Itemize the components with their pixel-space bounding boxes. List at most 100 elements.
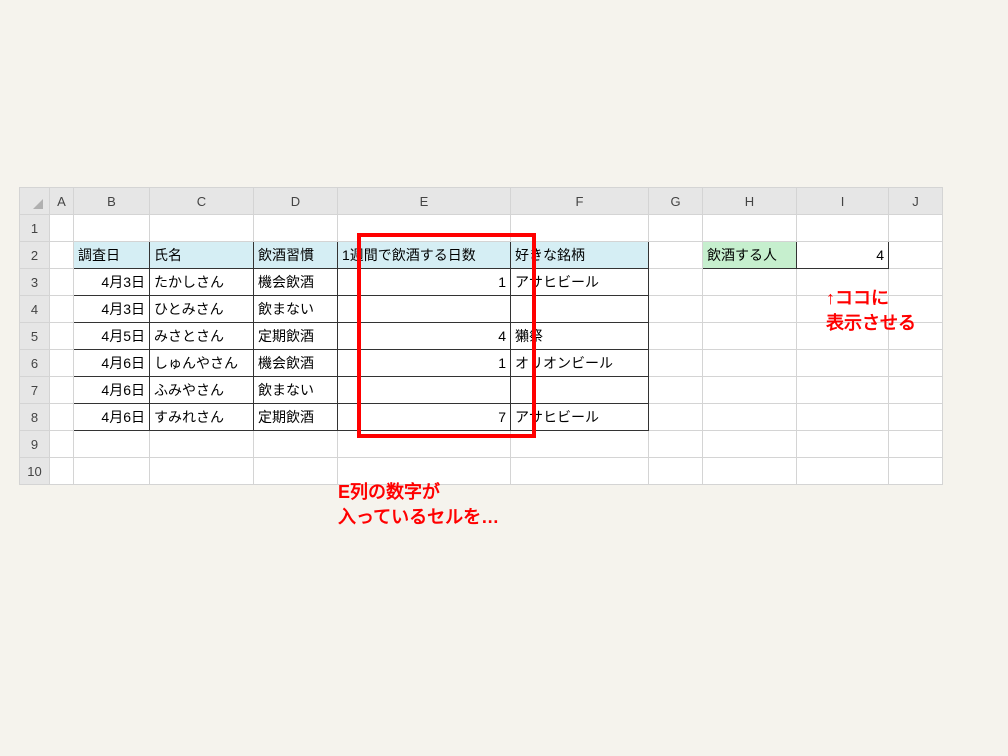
summary-value[interactable]: 4: [797, 242, 889, 269]
cell[interactable]: [797, 215, 889, 242]
col-header-B[interactable]: B: [74, 188, 150, 215]
cell-habit[interactable]: 定期飲酒: [254, 323, 338, 350]
cell[interactable]: [889, 404, 943, 431]
cell-days[interactable]: 4: [338, 323, 511, 350]
header-days-per-week[interactable]: 1週間で飲酒する日数: [338, 242, 511, 269]
cell[interactable]: [150, 215, 254, 242]
cell[interactable]: [254, 458, 338, 485]
cell[interactable]: [703, 215, 797, 242]
row-header-7[interactable]: 7: [20, 377, 50, 404]
cell[interactable]: [649, 404, 703, 431]
cell[interactable]: [511, 215, 649, 242]
cell[interactable]: [511, 431, 649, 458]
cell[interactable]: [150, 458, 254, 485]
cell[interactable]: [889, 215, 943, 242]
cell-brand[interactable]: 獺祭: [511, 323, 649, 350]
row-header-5[interactable]: 5: [20, 323, 50, 350]
cell[interactable]: [50, 296, 74, 323]
cell-name[interactable]: たかしさん: [150, 269, 254, 296]
cell-habit[interactable]: 機会飲酒: [254, 350, 338, 377]
cell-date[interactable]: 4月6日: [74, 377, 150, 404]
cell[interactable]: [797, 404, 889, 431]
cell[interactable]: [797, 458, 889, 485]
col-header-J[interactable]: J: [889, 188, 943, 215]
cell[interactable]: [338, 215, 511, 242]
row-header-10[interactable]: 10: [20, 458, 50, 485]
cell[interactable]: [74, 431, 150, 458]
cell-date[interactable]: 4月5日: [74, 323, 150, 350]
row-header-2[interactable]: 2: [20, 242, 50, 269]
row-header-8[interactable]: 8: [20, 404, 50, 431]
cell[interactable]: [254, 431, 338, 458]
col-header-C[interactable]: C: [150, 188, 254, 215]
cell[interactable]: [649, 323, 703, 350]
header-name[interactable]: 氏名: [150, 242, 254, 269]
cell[interactable]: [50, 431, 74, 458]
cell[interactable]: [254, 215, 338, 242]
cell-name[interactable]: みさとさん: [150, 323, 254, 350]
cell-habit[interactable]: 定期飲酒: [254, 404, 338, 431]
cell-habit[interactable]: 飲まない: [254, 296, 338, 323]
cell-name[interactable]: ふみやさん: [150, 377, 254, 404]
cell-brand[interactable]: [511, 377, 649, 404]
cell[interactable]: [703, 350, 797, 377]
cell[interactable]: [889, 242, 943, 269]
cell[interactable]: [703, 296, 797, 323]
cell[interactable]: [703, 431, 797, 458]
cell[interactable]: [50, 242, 74, 269]
cell[interactable]: [50, 404, 74, 431]
spreadsheet[interactable]: A B C D E F G H I J 1 2: [19, 187, 943, 485]
cell-days[interactable]: 7: [338, 404, 511, 431]
cell-date[interactable]: 4月3日: [74, 269, 150, 296]
cell-days[interactable]: [338, 296, 511, 323]
summary-label[interactable]: 飲酒する人: [703, 242, 797, 269]
cell[interactable]: [703, 458, 797, 485]
row-header-1[interactable]: 1: [20, 215, 50, 242]
cell-date[interactable]: 4月6日: [74, 350, 150, 377]
cell-name[interactable]: すみれさん: [150, 404, 254, 431]
col-header-I[interactable]: I: [797, 188, 889, 215]
cell[interactable]: [797, 350, 889, 377]
cell-name[interactable]: ひとみさん: [150, 296, 254, 323]
cell-brand[interactable]: アサヒビール: [511, 269, 649, 296]
header-survey-date[interactable]: 調査日: [74, 242, 150, 269]
cell[interactable]: [797, 377, 889, 404]
col-header-F[interactable]: F: [511, 188, 649, 215]
cell[interactable]: [649, 377, 703, 404]
cell-brand[interactable]: [511, 296, 649, 323]
cell[interactable]: [889, 458, 943, 485]
row-header-4[interactable]: 4: [20, 296, 50, 323]
row-header-6[interactable]: 6: [20, 350, 50, 377]
cell[interactable]: [649, 350, 703, 377]
cell[interactable]: [649, 431, 703, 458]
grid[interactable]: A B C D E F G H I J 1 2: [19, 187, 943, 485]
cell[interactable]: [889, 350, 943, 377]
cell[interactable]: [797, 431, 889, 458]
col-header-E[interactable]: E: [338, 188, 511, 215]
cell[interactable]: [649, 269, 703, 296]
row-header-9[interactable]: 9: [20, 431, 50, 458]
cell[interactable]: [50, 215, 74, 242]
cell[interactable]: [150, 431, 254, 458]
cell-habit[interactable]: 機会飲酒: [254, 269, 338, 296]
cell[interactable]: [511, 458, 649, 485]
cell-days[interactable]: [338, 377, 511, 404]
cell[interactable]: [74, 458, 150, 485]
cell-name[interactable]: しゅんやさん: [150, 350, 254, 377]
cell[interactable]: [649, 296, 703, 323]
cell-date[interactable]: 4月6日: [74, 404, 150, 431]
cell-habit[interactable]: 飲まない: [254, 377, 338, 404]
cell[interactable]: [50, 350, 74, 377]
cell[interactable]: [50, 269, 74, 296]
col-header-D[interactable]: D: [254, 188, 338, 215]
cell[interactable]: [889, 377, 943, 404]
cell-brand[interactable]: オリオンビール: [511, 350, 649, 377]
cell-date[interactable]: 4月3日: [74, 296, 150, 323]
cell[interactable]: [338, 431, 511, 458]
cell[interactable]: [703, 377, 797, 404]
cell[interactable]: [649, 215, 703, 242]
cell[interactable]: [50, 458, 74, 485]
cell[interactable]: [649, 458, 703, 485]
cell[interactable]: [703, 269, 797, 296]
cell[interactable]: [74, 215, 150, 242]
